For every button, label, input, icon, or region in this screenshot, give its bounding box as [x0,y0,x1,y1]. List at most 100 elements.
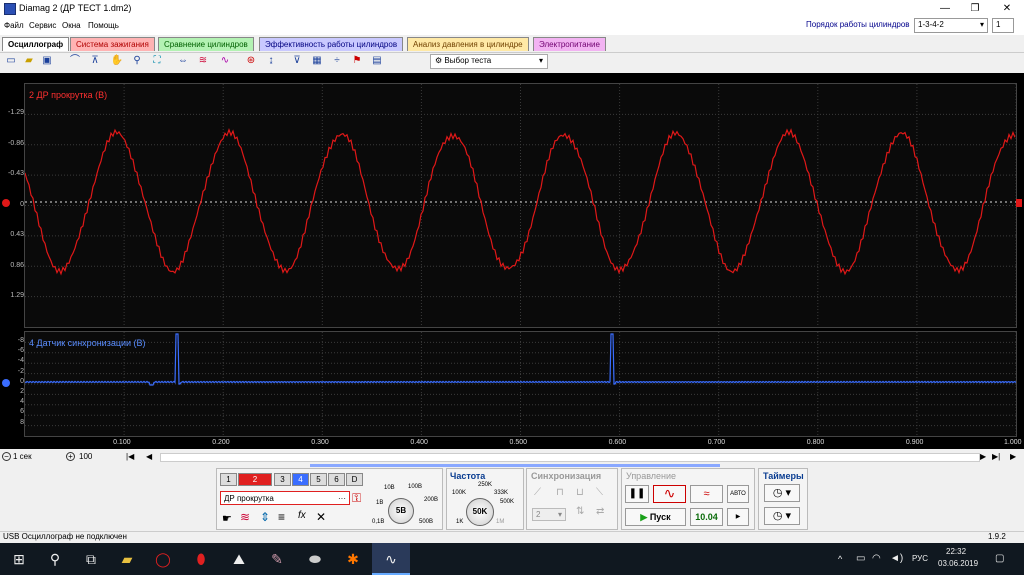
channel-button-3[interactable]: 3 [274,473,291,486]
cylinder-number-spinner[interactable]: 1 [992,18,1014,33]
lines-icon[interactable]: ≡ [278,510,285,524]
opera-icon[interactable]: ◯ [144,543,182,575]
close-button[interactable]: ✕ [992,0,1022,18]
clock-date[interactable]: 03.06.2019 [938,559,978,568]
voltage-knob[interactable]: 5В [388,498,414,524]
oscilloscope-area[interactable]: 2 ДР прокрутка (В) 4 Датчик синхронизаци… [0,73,1024,449]
channel-button-5[interactable]: 5 [310,473,327,486]
paint-icon[interactable]: ✎ [258,543,296,575]
trigger-icon[interactable]: ⊛ [244,54,258,68]
drive-icon[interactable]: ⬬ [296,543,334,575]
invert-icon[interactable]: ⇕ [260,510,270,524]
auto-start-button[interactable]: ▶ [727,508,749,526]
tools-icon[interactable]: ✕ [316,510,326,524]
minimize-button[interactable]: — [930,0,960,18]
probe-icon[interactable]: ☛ [222,512,232,525]
waveform-type-icon[interactable]: ≋ [240,510,250,524]
tab-ignition[interactable]: Система зажигания [70,37,155,51]
network-icon[interactable]: ▭ [856,553,865,564]
diamag-taskbar-icon[interactable]: ∿ [372,543,410,575]
channel-settings-icon[interactable]: ⚿ [352,491,361,506]
scroll-play-icon[interactable]: ▶ [1010,452,1016,461]
filter-icon[interactable]: ⊽ [290,54,304,68]
timebase-value[interactable]: 1 сек [13,452,32,461]
sync-pulse-icon[interactable]: ⊓ [556,487,564,498]
avast-icon[interactable]: ✱ [334,543,372,575]
photos-icon[interactable]: ⛰ [220,543,258,575]
waves-icon[interactable]: ≋ [196,54,210,68]
function-icon[interactable]: fx [298,510,306,521]
divide-icon[interactable]: ÷ [330,54,344,68]
zoom-fit-icon[interactable]: ⛶ [150,54,164,68]
marker-icon[interactable]: ⚑ [350,54,364,68]
tab-cylinder-efficiency[interactable]: Эффективность работы цилиндров [259,37,404,51]
document-icon[interactable]: ▤ [370,54,384,68]
sync-rise-icon[interactable]: ⟋ [534,487,541,498]
auto-timer-button[interactable]: АВТО [727,485,749,503]
hand-icon[interactable]: ✋ [110,54,124,68]
channel-2-ytick: -2 [17,367,24,375]
task-view-icon[interactable]: ⧉ [72,543,110,575]
search-icon[interactable]: ⚲ [36,543,74,575]
sync-level-icon[interactable]: ⇅ [576,506,584,517]
measure-icon[interactable]: ⊼ [88,54,102,68]
cylinder-order-select[interactable]: 1-3-4-2 ▾ [914,18,988,33]
menu-windows[interactable]: Окна [62,21,81,30]
start-button[interactable]: ▶ Пуск [625,508,686,526]
channel-button-6[interactable]: 6 [328,473,345,486]
new-file-icon[interactable]: ▭ [4,54,18,68]
tab-power[interactable]: Электропитание [533,37,606,51]
timer-1-button[interactable]: ◷ ▾ [764,484,800,502]
windows-start-icon[interactable]: ⊞ [0,543,38,575]
sine-mode-button[interactable]: ∿ [653,485,686,503]
channel-2-plot[interactable]: 4 Датчик синхронизации (В) [24,331,1017,437]
zoom-icon[interactable]: ⚲ [130,54,144,68]
tray-chevron-icon[interactable]: ^ [838,554,842,564]
zoom-out-icon[interactable]: − [2,452,11,461]
sync-offset-icon[interactable]: ⇄ [596,506,604,517]
channel-button-4[interactable]: 4 [292,473,309,486]
wifi-icon[interactable]: ◠ [872,553,881,564]
channel-1-plot[interactable]: 2 ДР прокрутка (В) [24,83,1017,328]
frequency-knob[interactable]: 50K [466,498,494,526]
zoom-in-icon[interactable]: + [66,452,75,461]
test-select[interactable]: ⚙ Выбор теста ▾ [430,54,548,69]
noise-mode-button[interactable]: ≈ [690,485,723,503]
sync-channel-select[interactable]: 2 ▾ [532,508,566,521]
notifications-icon[interactable]: ▢ [995,553,1004,564]
scroll-right-icon[interactable]: ▶ [980,452,986,461]
tab-cylinder-compare[interactable]: Сравнение цилиндров [158,37,254,51]
channel-button-1[interactable]: 1 [220,473,237,486]
panel-collapse-handle[interactable] [310,464,720,467]
save-icon[interactable]: ▣ [40,54,54,68]
pause-button[interactable]: ❚❚ [625,485,649,503]
menu-file[interactable]: Файл [4,21,24,30]
menu-service[interactable]: Сервис [29,21,56,30]
scroll-end-icon[interactable]: ▶| [992,452,1000,461]
zoom-value[interactable]: 100 [79,452,92,461]
sync-fall-icon[interactable]: ⊔ [576,487,584,498]
cursor-value-icon[interactable]: ↨ [264,54,278,68]
channel-name-field[interactable]: ДР прокрутка ··· [220,491,350,505]
timer-2-button[interactable]: ◷ ▾ [764,507,800,525]
tab-oscilloscope[interactable]: Осциллограф [2,37,70,51]
clock-time[interactable]: 22:32 [946,547,966,556]
maximize-button[interactable]: ❐ [960,0,990,18]
language-indicator[interactable]: РУС [912,554,928,563]
tab-pressure-analysis[interactable]: Анализ давления в цилиндре [407,37,529,51]
cursor-icon[interactable]: ⌒ [68,54,82,68]
open-folder-icon[interactable]: ▰ [22,54,36,68]
menu-help[interactable]: Помощь [88,21,119,30]
channel-button-d[interactable]: D [346,473,363,486]
scroll-track[interactable] [160,453,980,462]
sync-custom-icon[interactable]: ⟍ [596,487,603,498]
table-icon[interactable]: ▦ [310,54,324,68]
volume-icon[interactable]: ◄) [890,553,903,564]
file-explorer-icon[interactable]: ▰ [108,543,146,575]
opera-gx-icon[interactable]: ⬮ [182,543,220,575]
scroll-left-icon[interactable]: ◀ [146,452,152,461]
scroll-start-icon[interactable]: |◀ [126,452,134,461]
channel-button-2[interactable]: 2 [238,473,272,486]
split-icon[interactable]: ⇔ [176,54,190,68]
pulses-icon[interactable]: ∿ [218,54,232,68]
